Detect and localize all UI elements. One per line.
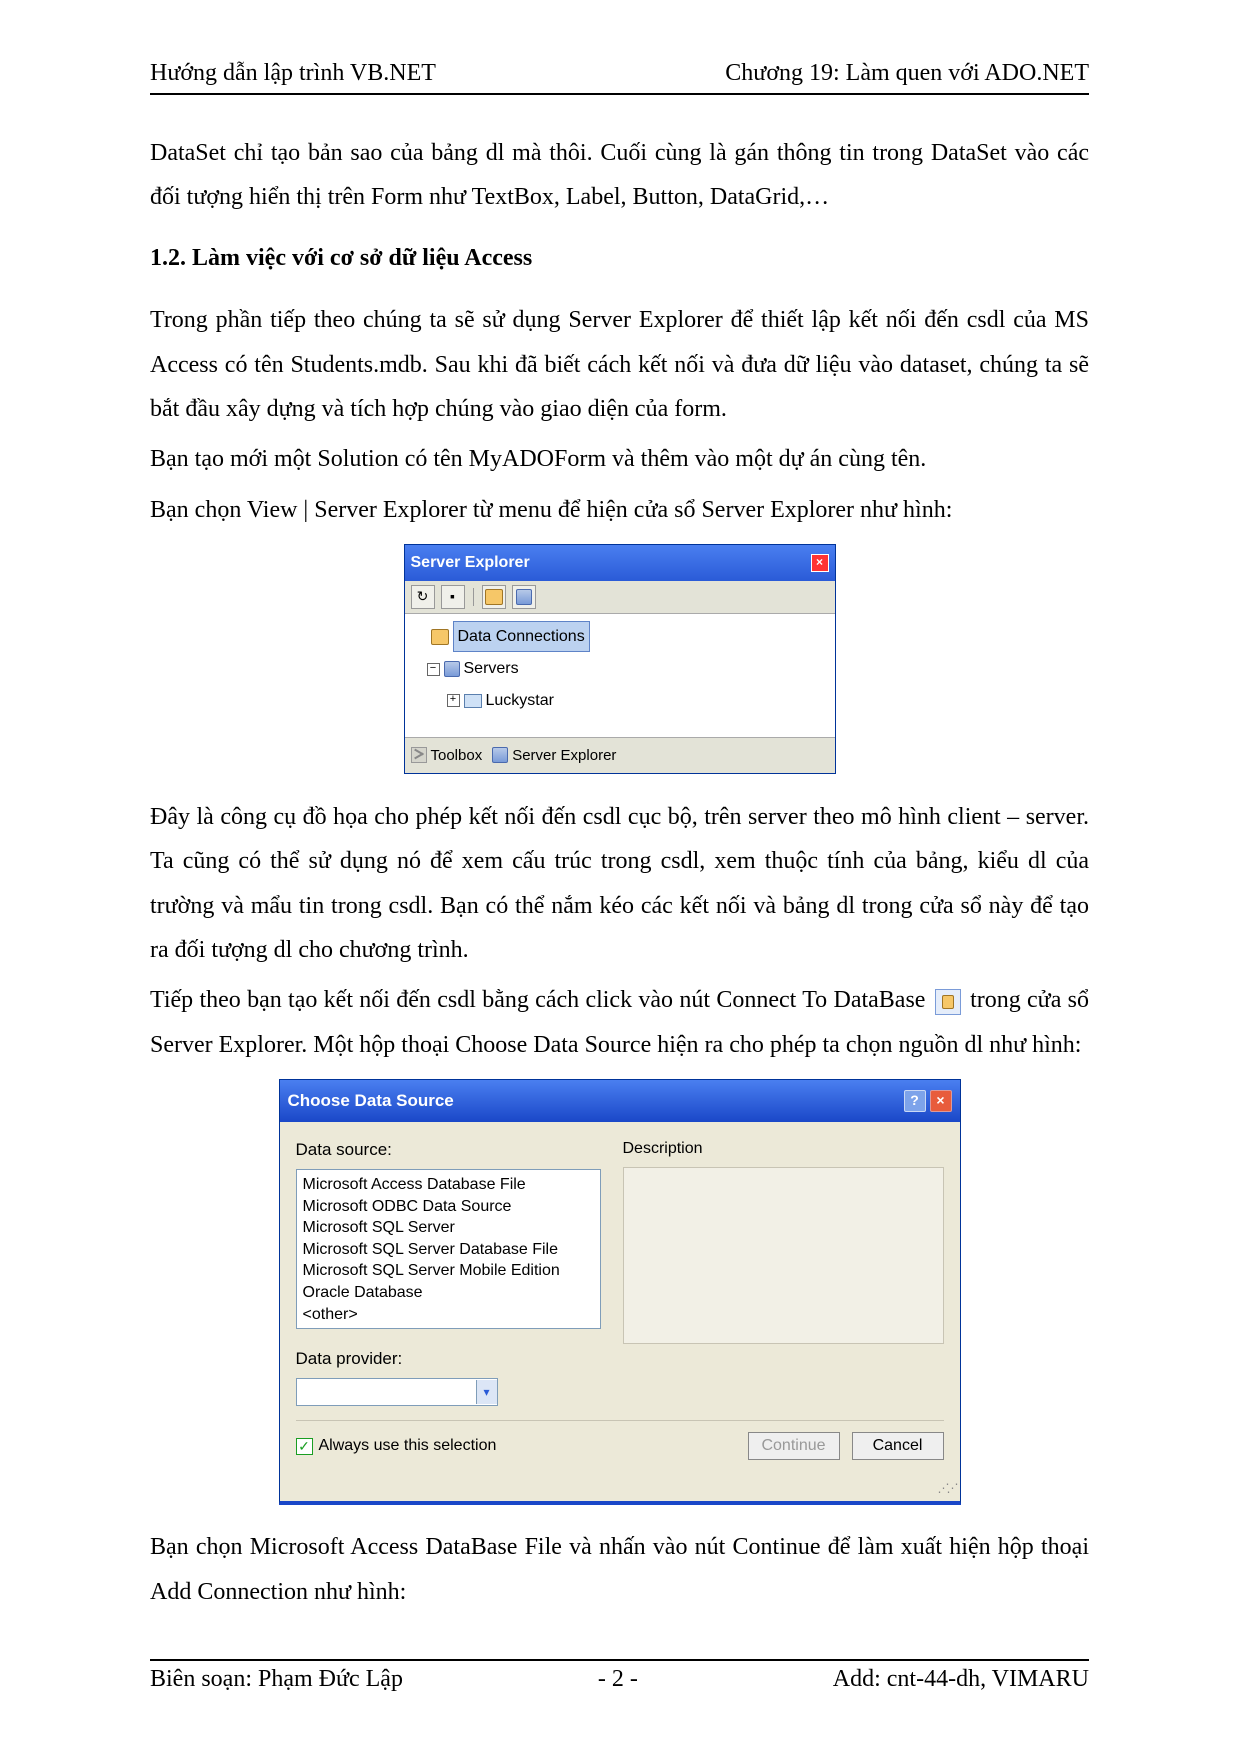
server-explorer-titlebar: Server Explorer × — [405, 545, 835, 581]
tree-collapse-icon[interactable]: − — [427, 663, 440, 676]
footer-right: Add: cnt-44-dh, VIMARU — [833, 1666, 1089, 1693]
list-item[interactable]: <other> — [303, 1304, 594, 1326]
toolbar-separator — [473, 588, 474, 606]
connect-to-database-icon[interactable] — [482, 585, 506, 609]
server-explorer-tabs: Toolbox Server Explorer — [405, 737, 835, 774]
list-item[interactable]: Microsoft SQL Server — [303, 1217, 594, 1239]
description-box — [623, 1167, 944, 1344]
server-explorer-panel: Server Explorer × ↻ ▪ Data Connections — [404, 544, 836, 774]
server-explorer-tree: Data Connections − Servers + Luckystar — [405, 614, 835, 737]
dialog-titlebar: Choose Data Source ? × — [280, 1080, 960, 1121]
list-item[interactable]: Microsoft Access Database File — [303, 1174, 594, 1196]
server-explorer-title: Server Explorer — [411, 548, 530, 578]
tree-label: Servers — [464, 654, 519, 684]
server-explorer-icon — [492, 747, 508, 763]
paragraph-4: Bạn chọn View | Server Explorer từ menu … — [150, 488, 1089, 532]
description-label: Description — [623, 1134, 944, 1164]
always-use-checkbox[interactable]: ✓ Always use this selection — [296, 1431, 497, 1461]
list-item[interactable]: Microsoft ODBC Data Source — [303, 1196, 594, 1218]
list-item[interactable]: Microsoft SQL Server Database File — [303, 1239, 594, 1261]
paragraph-5: Đây là công cụ đồ họa cho phép kết nối đ… — [150, 795, 1089, 973]
servers-icon — [444, 661, 460, 677]
header-left: Hướng dẫn lập trình VB.NET — [150, 60, 436, 87]
refresh-icon[interactable]: ↻ — [411, 585, 435, 609]
data-source-list[interactable]: Microsoft Access Database File Microsoft… — [296, 1169, 601, 1329]
data-source-label: Data source: — [296, 1134, 601, 1165]
database-icon — [431, 629, 449, 645]
server-explorer-toolbar: ↻ ▪ — [405, 581, 835, 614]
close-icon[interactable]: × — [930, 1090, 952, 1112]
continue-button[interactable]: Continue — [748, 1432, 840, 1460]
header-rule — [150, 93, 1089, 95]
paragraph-6: Tiếp theo bạn tạo kết nối đến csdl bằng … — [150, 978, 1089, 1067]
page-footer: Biên soạn: Phạm Đức Lập - 2 - Add: cnt-4… — [150, 1666, 1089, 1693]
tree-expand-icon[interactable]: + — [447, 694, 460, 707]
cancel-button[interactable]: Cancel — [852, 1432, 944, 1460]
help-icon[interactable]: ? — [904, 1090, 926, 1112]
paragraph-6a: Tiếp theo bạn tạo kết nối đến csdl bằng … — [150, 987, 932, 1013]
stop-icon[interactable]: ▪ — [441, 585, 465, 609]
paragraph-3: Bạn tạo mới một Solution có tên MyADOFor… — [150, 437, 1089, 481]
dialog-separator — [296, 1420, 944, 1421]
header-right: Chương 19: Làm quen với ADO.NET — [725, 60, 1089, 87]
paragraph-7: Bạn chọn Microsoft Access DataBase File … — [150, 1525, 1089, 1614]
page-header: Hướng dẫn lập trình VB.NET Chương 19: Là… — [150, 60, 1089, 93]
add-server-icon[interactable] — [512, 585, 536, 609]
data-provider-label: Data provider: — [296, 1343, 601, 1374]
tree-node-data-connections[interactable]: Data Connections — [409, 620, 831, 654]
footer-left: Biên soạn: Phạm Đức Lập — [150, 1666, 403, 1693]
chevron-down-icon[interactable]: ▾ — [476, 1380, 497, 1404]
computer-icon — [464, 694, 482, 708]
resize-grip-icon[interactable]: ⋰⋰ — [280, 1477, 960, 1501]
section-heading-1-2: 1.2. Làm việc với cơ sở dữ liệu Access — [150, 236, 1089, 280]
connect-to-database-icon[interactable] — [935, 989, 961, 1015]
tab-label: Toolbox — [431, 742, 483, 770]
paragraph-1: DataSet chỉ tạo bản sao của bảng dl mà t… — [150, 131, 1089, 220]
tab-label: Server Explorer — [512, 742, 616, 770]
toolbox-icon — [411, 747, 427, 763]
tree-node-servers[interactable]: − Servers — [409, 653, 831, 685]
dialog-title: Choose Data Source — [288, 1085, 454, 1116]
tab-server-explorer[interactable]: Server Explorer — [492, 742, 616, 770]
footer-rule — [150, 1659, 1089, 1661]
list-item[interactable]: Oracle Database — [303, 1282, 594, 1304]
tree-label: Data Connections — [453, 621, 590, 653]
tree-label: Luckystar — [486, 686, 554, 716]
checkbox-icon[interactable]: ✓ — [296, 1438, 313, 1455]
footer-center: - 2 - — [598, 1666, 638, 1693]
data-provider-combobox[interactable]: ▾ — [296, 1378, 498, 1406]
choose-data-source-dialog: Choose Data Source ? × Data source: Micr… — [279, 1079, 961, 1505]
close-icon[interactable]: × — [811, 554, 829, 572]
tab-toolbox[interactable]: Toolbox — [411, 742, 483, 770]
checkbox-label: Always use this selection — [319, 1431, 497, 1461]
tree-node-luckystar[interactable]: + Luckystar — [409, 685, 831, 717]
list-item[interactable]: Microsoft SQL Server Mobile Edition — [303, 1260, 594, 1282]
paragraph-2: Trong phần tiếp theo chúng ta sẽ sử dụng… — [150, 298, 1089, 431]
